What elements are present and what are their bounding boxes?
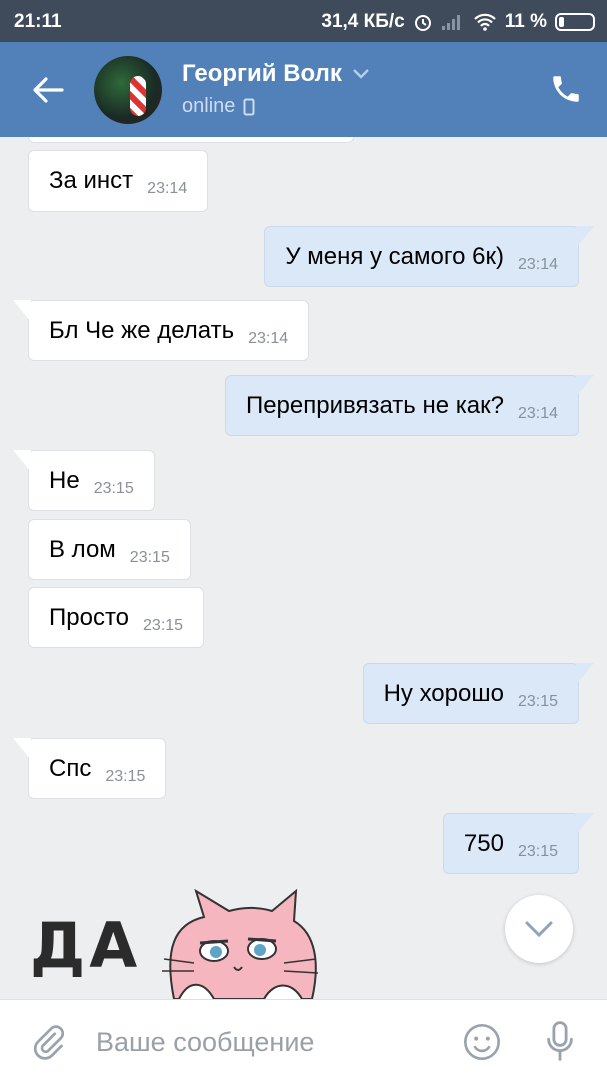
message-composer: Ваше сообщение bbox=[0, 999, 607, 1080]
cat-sticker-icon bbox=[162, 889, 319, 999]
presence-status: online bbox=[182, 95, 236, 117]
presence-row: online bbox=[182, 95, 255, 118]
message-text: В лом bbox=[49, 535, 116, 563]
message-text: Бл Че же делать bbox=[49, 316, 235, 344]
message-time: 23:14 bbox=[248, 329, 289, 347]
chevron-down-icon bbox=[353, 69, 369, 79]
network-speed: 31,4 КБ/с bbox=[321, 11, 405, 32]
signal-icon bbox=[441, 15, 460, 30]
message-bubble[interactable]: Не 23:15 bbox=[13, 450, 155, 511]
message-bubble[interactable]: 750 23:15 bbox=[442, 813, 595, 874]
message-time: 23:14 bbox=[147, 180, 188, 197]
microphone-icon[interactable] bbox=[544, 1020, 576, 1062]
message-time: 23:14 bbox=[517, 404, 558, 422]
contact-name-row[interactable]: Георгий Волк bbox=[182, 60, 370, 88]
message-bubble[interactable]: В лом 23:15 bbox=[28, 519, 191, 580]
message-input[interactable]: Ваше сообщение bbox=[96, 1027, 314, 1058]
message-text: Спс bbox=[49, 754, 92, 782]
message-text: Ну хорошо bbox=[383, 679, 504, 707]
message-bubble[interactable]: У меня у самого 6к) 23:14 bbox=[264, 226, 594, 287]
message-list[interactable]: За инст 23:14 У меня у самого 6к) 23:14 … bbox=[0, 137, 607, 999]
message-text: 750 bbox=[463, 829, 504, 857]
chat-header: Георгий Волк online bbox=[0, 42, 607, 137]
message-time: 23:15 bbox=[105, 767, 146, 785]
emoji-smile-icon[interactable] bbox=[462, 1022, 502, 1062]
message-bubble[interactable]: За инст 23:14 bbox=[28, 150, 209, 212]
status-time: 21:11 bbox=[14, 11, 62, 32]
message-bubble-partial bbox=[28, 137, 354, 143]
message-time: 23:15 bbox=[143, 616, 184, 634]
message-text: За инст bbox=[49, 167, 134, 194]
message-bubble[interactable]: Перепривязать не как? 23:14 bbox=[224, 375, 595, 436]
sticker[interactable]: ДА bbox=[30, 889, 330, 999]
alarm-icon bbox=[414, 15, 431, 31]
battery-icon bbox=[555, 13, 595, 31]
attach-paperclip-icon[interactable] bbox=[30, 1024, 66, 1060]
sticker-caption: ДА bbox=[30, 909, 142, 982]
message-bubble[interactable]: Просто 23:15 bbox=[28, 587, 205, 648]
wifi-icon bbox=[473, 13, 496, 31]
message-time: 23:14 bbox=[517, 255, 558, 273]
mobile-device-icon bbox=[243, 98, 255, 115]
message-time: 23:15 bbox=[517, 842, 558, 860]
message-time: 23:15 bbox=[129, 548, 170, 566]
chevron-down-icon bbox=[525, 921, 553, 938]
message-time: 23:15 bbox=[517, 692, 558, 710]
message-bubble[interactable]: Спс 23:15 bbox=[12, 738, 167, 799]
message-text: Просто bbox=[49, 603, 130, 631]
contact-name: Георгий Волк bbox=[182, 60, 342, 87]
phone-call-icon[interactable] bbox=[549, 72, 583, 106]
message-bubble[interactable]: Ну хорошо 23:15 bbox=[362, 663, 595, 724]
message-time: 23:15 bbox=[93, 479, 134, 497]
battery-percent: 11 % bbox=[504, 11, 547, 32]
message-bubble[interactable]: Бл Че же делать 23:14 bbox=[12, 300, 310, 361]
message-text: У меня у самого 6к) bbox=[285, 242, 504, 270]
back-button[interactable] bbox=[28, 72, 68, 108]
arrow-left-icon bbox=[33, 77, 64, 103]
avatar[interactable] bbox=[94, 56, 162, 124]
scroll-to-bottom-button[interactable] bbox=[505, 895, 573, 963]
status-bar: 21:11 31,4 КБ/с 11 % bbox=[0, 0, 607, 42]
status-right: 31,4 КБ/с 11 % bbox=[321, 11, 595, 33]
message-text: Не bbox=[49, 466, 80, 494]
message-text: Перепривязать не как? bbox=[245, 391, 504, 419]
